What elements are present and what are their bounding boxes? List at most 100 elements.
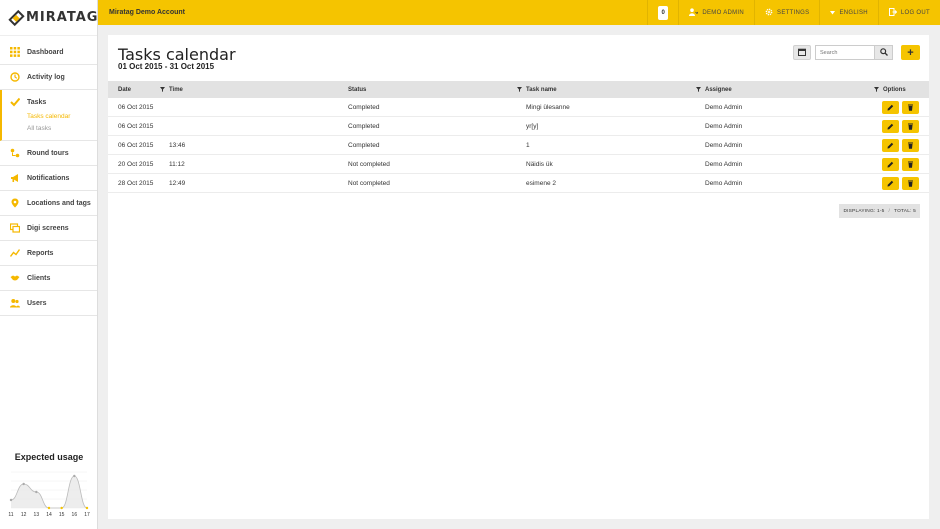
usage-x-label: 16 bbox=[72, 512, 78, 518]
column-header-status[interactable]: Status bbox=[348, 81, 366, 98]
delete-button[interactable] bbox=[902, 177, 919, 190]
expected-usage-title: Expected usage bbox=[14, 452, 84, 462]
usage-x-label: 17 bbox=[84, 512, 90, 518]
sidebar-item-label: Tasks bbox=[27, 98, 47, 106]
logout-button[interactable]: LOG OUT bbox=[877, 0, 940, 25]
notifications-button[interactable]: 0 bbox=[647, 0, 678, 25]
delete-button[interactable] bbox=[902, 139, 919, 152]
filter-icon[interactable] bbox=[517, 81, 522, 98]
edit-button[interactable] bbox=[882, 139, 899, 152]
sidebar-item-clients[interactable]: Clients bbox=[0, 266, 97, 291]
cell-date: 06 Oct 2015 bbox=[118, 104, 154, 111]
screens-icon bbox=[10, 223, 20, 233]
pencil-icon bbox=[887, 142, 894, 149]
sidebar-item-users[interactable]: Users bbox=[0, 291, 97, 316]
cell-date: 06 Oct 2015 bbox=[118, 123, 154, 130]
calendar-icon bbox=[798, 48, 806, 58]
gear-icon bbox=[765, 8, 773, 18]
usage-point bbox=[85, 506, 89, 510]
logo[interactable]: MIRATAG bbox=[0, 0, 97, 36]
date-range: 01 Oct 2015 - 31 Oct 2015 bbox=[118, 62, 215, 71]
edit-button[interactable] bbox=[882, 177, 899, 190]
language-selector[interactable]: ENGLISH bbox=[819, 0, 877, 25]
sidebar-item-tasks[interactable]: Tasks Tasks calendar All tasks bbox=[0, 90, 97, 141]
cell-status: Not completed bbox=[348, 180, 390, 187]
grid-icon bbox=[10, 47, 20, 57]
sidebar-item-reports[interactable]: Reports bbox=[0, 241, 97, 266]
column-header-assignee[interactable]: Assignee bbox=[705, 81, 732, 98]
tasks-table: Date Time Status Task name Assignee Opti… bbox=[108, 81, 929, 193]
filter-icon[interactable] bbox=[696, 81, 701, 98]
sidebar-item-label: Round tours bbox=[27, 149, 69, 157]
location-pin-icon bbox=[10, 198, 20, 208]
delete-button[interactable] bbox=[902, 120, 919, 133]
cell-task-name: Näidis ük bbox=[526, 161, 553, 168]
delete-button[interactable] bbox=[902, 158, 919, 171]
search-input[interactable] bbox=[815, 45, 875, 60]
filter-icon[interactable] bbox=[874, 81, 879, 98]
pagination-info: DISPLAYING: 1-5 / TOTAL: 5 bbox=[839, 204, 920, 218]
sidebar-item-locations-and-tags[interactable]: Locations and tags bbox=[0, 191, 97, 216]
table-header: Date Time Status Task name Assignee Opti… bbox=[108, 81, 929, 98]
sidebar-item-label: Users bbox=[27, 299, 47, 307]
check-icon bbox=[10, 97, 20, 107]
sidebar: MIRATAG Dashboard Activity log Tasks Tas… bbox=[0, 0, 98, 529]
user-menu[interactable]: DEMO ADMIN bbox=[678, 0, 754, 25]
search-button[interactable] bbox=[875, 45, 893, 60]
cell-status: Not completed bbox=[348, 161, 390, 168]
table-row[interactable]: 28 Oct 2015 12:49 Not completed esimene … bbox=[108, 174, 929, 193]
column-header-task-name[interactable]: Task name bbox=[526, 81, 557, 98]
sidebar-item-label: Digi screens bbox=[27, 224, 69, 232]
pencil-icon bbox=[887, 180, 894, 187]
caret-down-icon bbox=[830, 8, 836, 17]
usage-x-label: 12 bbox=[21, 512, 27, 518]
settings-button[interactable]: SETTINGS bbox=[754, 0, 819, 25]
handshake-icon bbox=[10, 273, 20, 283]
language-label: ENGLISH bbox=[839, 9, 868, 16]
column-header-time[interactable]: Time bbox=[169, 81, 183, 98]
logo-diamond-icon bbox=[8, 9, 25, 26]
column-header-date[interactable]: Date bbox=[118, 81, 131, 98]
account-name: Miratag Demo Account bbox=[109, 9, 185, 16]
table-row[interactable]: 06 Oct 2015 13:46 Completed 1 Demo Admin bbox=[108, 136, 929, 155]
column-header-options: Options bbox=[883, 86, 906, 93]
cell-task-name: esimene 2 bbox=[526, 180, 556, 187]
sidebar-subitem-all-tasks[interactable]: All tasks bbox=[27, 125, 97, 132]
sidebar-nav: Dashboard Activity log Tasks Tasks calen… bbox=[0, 40, 97, 316]
usage-point bbox=[9, 498, 13, 502]
usage-x-label: 13 bbox=[34, 512, 40, 518]
sidebar-item-activity-log[interactable]: Activity log bbox=[0, 65, 97, 90]
sidebar-item-round-tours[interactable]: Round tours bbox=[0, 141, 97, 166]
notifications-count-badge: 0 bbox=[658, 5, 669, 20]
filter-icon[interactable] bbox=[160, 81, 165, 98]
history-icon bbox=[10, 72, 20, 82]
delete-button[interactable] bbox=[902, 101, 919, 114]
edit-button[interactable] bbox=[882, 120, 899, 133]
sidebar-item-notifications[interactable]: Notifications bbox=[0, 166, 97, 191]
tasks-head[interactable]: Tasks bbox=[10, 96, 97, 108]
sidebar-item-digi-screens[interactable]: Digi screens bbox=[0, 216, 97, 241]
add-task-button[interactable]: + bbox=[901, 45, 920, 60]
table-row[interactable]: 20 Oct 2015 11:12 Not completed Näidis ü… bbox=[108, 155, 929, 174]
usage-x-label: 14 bbox=[46, 512, 52, 518]
cell-status: Completed bbox=[348, 142, 380, 149]
trash-icon bbox=[908, 142, 913, 149]
sidebar-item-label: Notifications bbox=[27, 174, 70, 182]
cell-status: Completed bbox=[348, 104, 380, 111]
pencil-icon bbox=[887, 161, 894, 168]
logout-label: LOG OUT bbox=[900, 9, 930, 16]
users-icon bbox=[10, 298, 20, 308]
edit-button[interactable] bbox=[882, 158, 899, 171]
sidebar-item-dashboard[interactable]: Dashboard bbox=[0, 40, 97, 65]
table-row[interactable]: 06 Oct 2015 Completed yr[y] Demo Admin bbox=[108, 117, 929, 136]
usage-x-label: 15 bbox=[59, 512, 65, 518]
cell-status: Completed bbox=[348, 123, 380, 130]
usage-point bbox=[47, 506, 51, 510]
sidebar-item-label: Clients bbox=[27, 274, 51, 282]
calendar-button[interactable] bbox=[793, 45, 811, 60]
sidebar-item-label: Locations and tags bbox=[27, 199, 91, 207]
search-icon bbox=[879, 47, 888, 58]
table-row[interactable]: 06 Oct 2015 Completed Mingi ülesanne Dem… bbox=[108, 98, 929, 117]
edit-button[interactable] bbox=[882, 101, 899, 114]
sidebar-subitem-tasks-calendar[interactable]: Tasks calendar bbox=[27, 113, 97, 120]
